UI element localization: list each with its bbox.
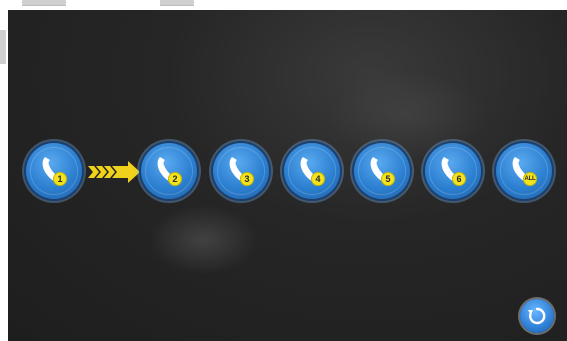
button-number: 2 — [168, 172, 182, 186]
call-screen: 1 2 3 4 5 6 ALL — [8, 10, 567, 341]
back-rotate-icon — [528, 307, 546, 325]
call-button-5[interactable]: 5 — [354, 143, 410, 199]
button-number: 1 — [53, 172, 67, 186]
button-number: 5 — [381, 172, 395, 186]
call-button-all[interactable]: ALL — [496, 143, 552, 199]
call-button-3[interactable]: 3 — [213, 143, 269, 199]
button-number: 3 — [240, 172, 254, 186]
button-number: ALL — [523, 172, 537, 186]
call-button-4[interactable]: 4 — [284, 143, 340, 199]
button-number: 4 — [311, 172, 325, 186]
call-button-2[interactable]: 2 — [141, 143, 197, 199]
top-tab-marker — [22, 0, 66, 6]
call-button-6[interactable]: 6 — [425, 143, 481, 199]
back-button[interactable] — [520, 299, 554, 333]
side-marker — [0, 30, 6, 64]
button-number: 6 — [452, 172, 466, 186]
top-tab-marker — [160, 0, 194, 6]
top-bar — [0, 0, 567, 10]
call-button-1[interactable]: 1 — [26, 143, 82, 199]
chevron-right-arrow-icon — [88, 161, 140, 183]
